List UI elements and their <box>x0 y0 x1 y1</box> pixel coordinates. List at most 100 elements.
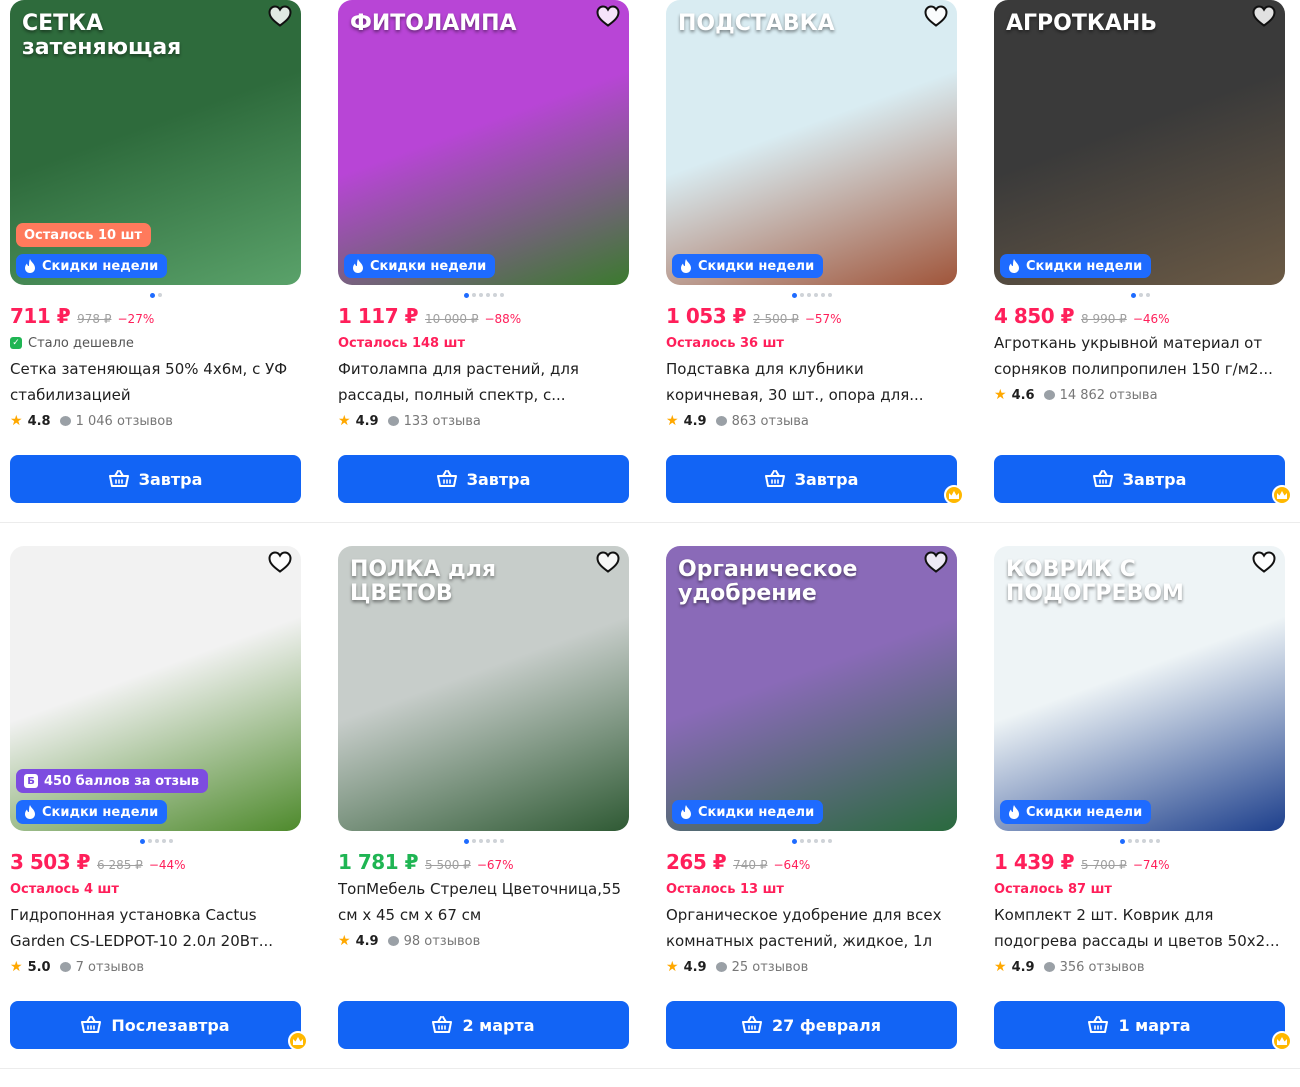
carousel-dot[interactable] <box>464 838 469 844</box>
image-carousel-dots[interactable] <box>338 288 630 302</box>
carousel-dot[interactable] <box>464 292 469 298</box>
carousel-dot[interactable] <box>479 293 483 297</box>
image-carousel-dots[interactable] <box>666 834 958 848</box>
reviews-count[interactable]: 14 862 отзыва <box>1060 388 1158 403</box>
carousel-dot[interactable] <box>493 839 497 843</box>
product-card[interactable]: Б 450 баллов за отзыв Скидки недели 3 503 ₽… <box>10 546 308 1051</box>
add-to-cart-button[interactable]: Завтра <box>10 455 301 503</box>
product-image[interactable]: Б 450 баллов за отзыв Скидки недели <box>10 546 301 831</box>
product-title[interactable]: Фитолампа для растений, для рассады, пол… <box>338 356 630 408</box>
product-image[interactable]: ПОДСТАВКА Скидки недели <box>666 0 957 285</box>
carousel-dot[interactable] <box>161 839 166 843</box>
product-image[interactable]: АГРОТКАНЬ Скидки недели <box>994 0 1285 285</box>
carousel-dot[interactable] <box>1128 839 1132 843</box>
reviews-count[interactable]: 1 046 отзывов <box>76 414 173 429</box>
product-card[interactable]: КОВРИК С ПОДОГРЕВОМ Скидки недели 1 439 ₽ 5… <box>994 546 1292 1051</box>
product-title[interactable]: ТопМебель Стрелец Цветочница,55 см х 45 … <box>338 876 630 928</box>
product-card[interactable]: АГРОТКАНЬ Скидки недели 4 850 ₽ 8 990 ₽ −46%… <box>994 0 1292 505</box>
product-card[interactable]: СЕТКА затеняющая Осталось 10 шт Скидки нед… <box>10 0 302 503</box>
carousel-dot[interactable] <box>828 839 832 843</box>
image-carousel-dots[interactable] <box>10 288 302 302</box>
product-title[interactable]: Сетка затеняющая 50% 4х6м, с УФ стабилиз… <box>10 356 302 408</box>
carousel-dot[interactable] <box>1130 292 1136 298</box>
carousel-dot[interactable] <box>1142 839 1146 843</box>
carousel-dot[interactable] <box>500 293 504 297</box>
product-image[interactable]: ФИТОЛАМПА Скидки недели <box>338 0 629 285</box>
favorite-heart-icon[interactable] <box>1251 549 1277 575</box>
image-headline: ПОЛКА для ЦВЕТОВ <box>350 557 497 606</box>
product-image[interactable]: Органическое удобрение Скидки недели <box>666 546 957 831</box>
price-line: 3 503 ₽ 6 285 ₽ −44% <box>10 850 302 876</box>
product-title[interactable]: Органическое удобрение для всех комнатны… <box>666 902 958 954</box>
carousel-dot[interactable] <box>1120 838 1125 844</box>
add-to-cart-button[interactable]: Послезавтра <box>10 1001 301 1049</box>
carousel-dot[interactable] <box>792 292 797 298</box>
favorite-heart-icon[interactable] <box>1251 3 1277 29</box>
product-title[interactable]: Гидропонная установка Cactus Garden CS-L… <box>10 902 302 954</box>
reviews-count[interactable]: 25 отзывов <box>732 960 809 975</box>
carousel-dot[interactable] <box>1135 839 1139 843</box>
carousel-dot[interactable] <box>1145 293 1150 297</box>
carousel-dot[interactable] <box>168 839 173 843</box>
carousel-dot[interactable] <box>158 293 162 297</box>
carousel-dot[interactable] <box>486 839 490 843</box>
carousel-dot[interactable] <box>500 839 504 843</box>
carousel-dot[interactable] <box>486 293 490 297</box>
product-image[interactable]: КОВРИК С ПОДОГРЕВОМ Скидки недели <box>994 546 1285 831</box>
add-to-cart-button[interactable]: Завтра <box>338 455 629 503</box>
carousel-dot[interactable] <box>828 293 832 297</box>
favorite-heart-icon[interactable] <box>267 549 293 575</box>
fire-icon <box>24 805 36 819</box>
carousel-dot[interactable] <box>814 839 818 843</box>
image-carousel-dots[interactable] <box>666 288 958 302</box>
carousel-dot[interactable] <box>154 839 159 843</box>
carousel-dot[interactable] <box>821 293 825 297</box>
reviews-count[interactable]: 98 отзывов <box>404 934 481 949</box>
product-card[interactable]: ФИТОЛАМПА Скидки недели 1 117 ₽ 10 000 ₽ −88… <box>338 0 630 503</box>
reviews-count[interactable]: 133 отзыва <box>404 414 481 429</box>
favorite-heart-icon[interactable] <box>595 549 621 575</box>
carousel-dot[interactable] <box>472 839 476 843</box>
image-carousel-dots[interactable] <box>994 288 1286 302</box>
product-image[interactable]: ПОЛКА для ЦВЕТОВ <box>338 546 629 831</box>
product-card[interactable]: ПОДСТАВКА Скидки недели 1 053 ₽ 2 500 ₽ −57%… <box>666 0 964 505</box>
carousel-dot[interactable] <box>814 293 818 297</box>
reviews-count[interactable]: 7 отзывов <box>76 960 144 975</box>
carousel-dot[interactable] <box>792 838 797 844</box>
add-to-cart-button[interactable]: Завтра <box>994 455 1285 503</box>
carousel-dot[interactable] <box>1156 839 1160 843</box>
add-to-cart-button[interactable]: 2 марта <box>338 1001 629 1049</box>
favorite-heart-icon[interactable] <box>923 3 949 29</box>
carousel-dot[interactable] <box>150 292 155 298</box>
reviews-count[interactable]: 356 отзывов <box>1060 960 1145 975</box>
product-title[interactable]: Комплект 2 шт. Коврик для подогрева расс… <box>994 902 1286 954</box>
product-card[interactable]: Органическое удобрение Скидки недели 265 ₽… <box>666 546 958 1049</box>
carousel-dot[interactable] <box>807 839 811 843</box>
product-title[interactable]: Подставка для клубники коричневая, 30 шт… <box>666 356 958 408</box>
carousel-dot[interactable] <box>493 293 497 297</box>
add-to-cart-button[interactable]: 27 февраля <box>666 1001 957 1049</box>
favorite-heart-icon[interactable] <box>923 549 949 575</box>
add-to-cart-button[interactable]: Завтра <box>666 455 957 503</box>
carousel-dot[interactable] <box>821 839 825 843</box>
carousel-dot[interactable] <box>147 839 152 843</box>
image-carousel-dots[interactable] <box>10 834 302 848</box>
carousel-dot[interactable] <box>807 293 811 297</box>
carousel-dot[interactable] <box>1149 839 1153 843</box>
favorite-heart-icon[interactable] <box>595 3 621 29</box>
product-title[interactable]: Агроткань укрывной материал от сорняков … <box>994 330 1286 382</box>
carousel-dot[interactable] <box>800 293 804 297</box>
reviews-count[interactable]: 863 отзыва <box>732 414 809 429</box>
carousel-dot[interactable] <box>1138 293 1143 297</box>
carousel-dot[interactable] <box>139 838 145 844</box>
carousel-dot[interactable] <box>479 839 483 843</box>
favorite-heart-icon[interactable] <box>267 3 293 29</box>
product-image[interactable]: СЕТКА затеняющая Осталось 10 шт Скидки нед… <box>10 0 301 285</box>
carousel-dot[interactable] <box>800 839 804 843</box>
image-carousel-dots[interactable] <box>994 834 1286 848</box>
add-to-cart-button[interactable]: 1 марта <box>994 1001 1285 1049</box>
product-card[interactable]: ПОЛКА для ЦВЕТОВ 1 781 ₽ 5 500 ₽ −67% ТопМеб… <box>338 546 630 1049</box>
image-carousel-dots[interactable] <box>338 834 630 848</box>
old-price: 8 990 ₽ <box>1081 312 1127 326</box>
carousel-dot[interactable] <box>472 293 476 297</box>
